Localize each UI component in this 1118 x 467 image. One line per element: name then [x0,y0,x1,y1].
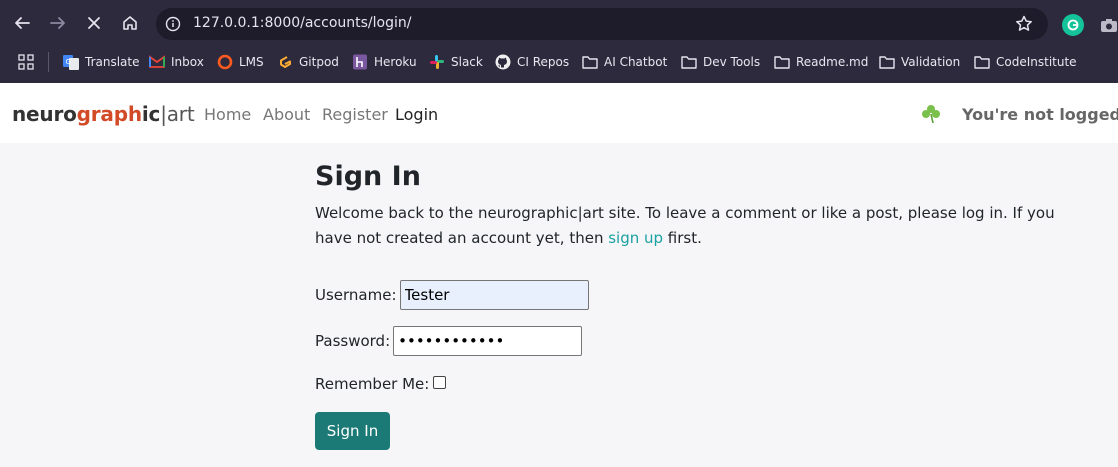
bookmarks-bar: G Translate Inbox LMS Gitpod Heroku Slac… [0,46,1118,78]
bookmark-dev-tools[interactable]: Dev Tools [681,53,760,71]
bookmark-label: Dev Tools [703,55,761,69]
forward-icon[interactable] [47,12,69,34]
bookmark-codeinstitute[interactable]: CodeInstitute [974,53,1077,71]
remember-row: Remember Me: [315,375,447,393]
apps-grid-icon[interactable] [18,53,34,71]
back-icon[interactable] [11,12,33,34]
folder-icon [774,54,790,70]
bookmark-gitpod[interactable]: Gitpod [277,53,339,71]
bookmark-slack[interactable]: Slack [429,53,483,71]
bookmark-label: Validation [901,55,961,69]
bookmark-ci-repos[interactable]: CI Repos [495,53,569,71]
svg-text:G: G [66,58,71,66]
lms-icon [217,54,233,70]
bookmark-label: CI Repos [517,55,570,69]
password-label: Password: [315,332,391,350]
folder-icon [681,54,697,70]
sign-up-link[interactable]: sign up [608,229,663,247]
password-input[interactable] [393,326,583,356]
site-navbar: neurographic|art Home About Register Log… [0,83,1118,143]
bookmark-label: Inbox [171,55,204,69]
shamrock-icon [920,103,942,125]
bookmark-heroku[interactable]: Heroku [352,53,417,71]
slack-icon [429,54,445,70]
github-icon [495,54,511,70]
bookmark-label: Slack [451,55,483,69]
folder-icon [582,54,598,70]
bookmark-translate[interactable]: G Translate [63,53,140,71]
brand-logo[interactable]: neurographic|art [12,102,195,126]
bookmark-ai-chatbot[interactable]: AI Chatbot [582,53,667,71]
heroku-icon [352,54,368,70]
bookmark-lms[interactable]: LMS [217,53,264,71]
bookmark-validation[interactable]: Validation [879,53,960,71]
folder-icon [974,54,990,70]
stop-loading-icon[interactable] [83,12,105,34]
password-row: Password: [315,326,583,356]
bookmarks-separator [48,52,49,72]
bookmark-star-icon[interactable] [1014,14,1034,34]
bookmark-label: CodeInstitute [996,55,1077,69]
bookmark-label: LMS [239,55,264,69]
bookmark-label: AI Chatbot [604,55,668,69]
username-label: Username: [315,286,397,304]
nav-about[interactable]: About [263,105,310,124]
bookmark-inbox[interactable]: Inbox [149,53,204,71]
bookmark-label: Gitpod [299,55,339,69]
intro-text: Welcome back to the neurographic|art sit… [315,204,1055,247]
sign-in-button[interactable]: Sign In [315,412,390,450]
address-bar[interactable]: 127.0.0.1:8000/accounts/login/ [156,8,1048,40]
bookmark-label: Translate [85,55,140,69]
browser-chrome: 127.0.0.1:8000/accounts/login/ G Transla… [0,0,1118,83]
browser-toolbar: 127.0.0.1:8000/accounts/login/ [0,0,1118,46]
grammarly-icon[interactable] [1062,14,1084,36]
bookmark-readme[interactable]: Readme.md [774,53,868,71]
gitpod-icon [277,54,293,70]
site-info-icon[interactable] [165,16,181,32]
username-row: Username: [315,280,589,310]
login-status-text: You're not logged in [962,105,1118,124]
google-translate-icon: G [63,54,79,70]
bookmark-label: Readme.md [796,55,869,69]
bookmark-label: Heroku [374,55,417,69]
url-text[interactable]: 127.0.0.1:8000/accounts/login/ [193,15,411,31]
remember-label: Remember Me: [315,375,430,393]
home-icon[interactable] [119,12,141,34]
folder-icon [879,54,895,70]
page-title: Sign In [315,161,421,192]
camera-icon[interactable] [1100,16,1118,34]
username-input[interactable] [399,280,589,310]
nav-login[interactable]: Login [395,105,438,124]
nav-register[interactable]: Register [322,105,388,124]
remember-checkbox[interactable] [433,375,447,389]
gmail-icon [149,54,165,70]
nav-home[interactable]: Home [204,105,251,124]
